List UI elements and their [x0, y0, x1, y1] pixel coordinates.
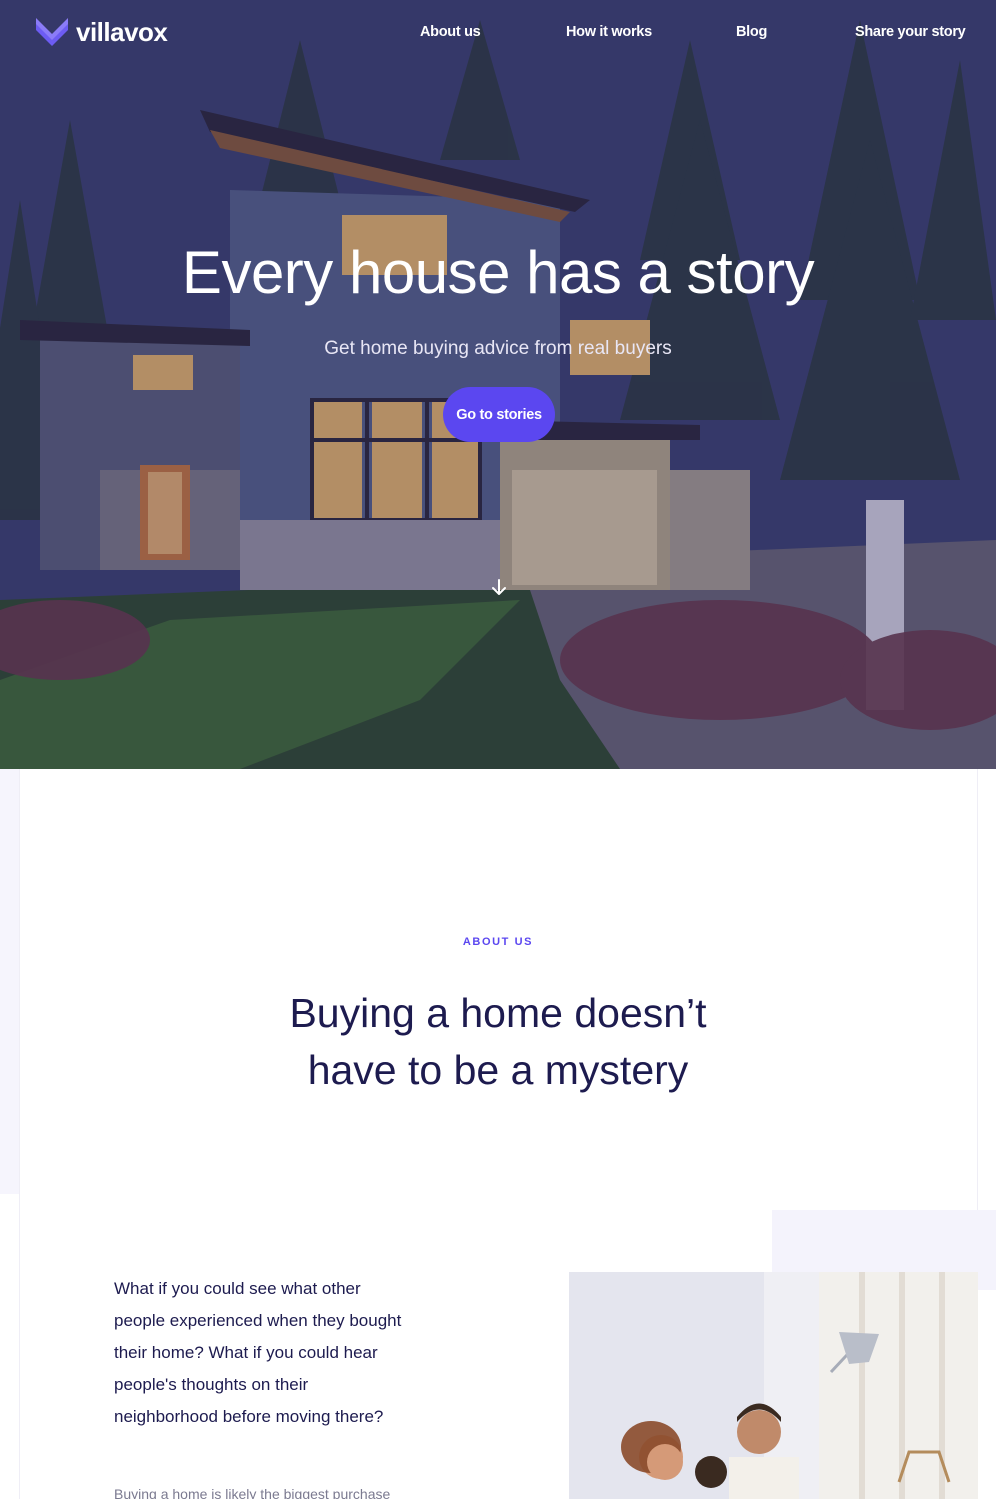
- about-lead-text: What if you could see what other people …: [114, 1279, 402, 1426]
- about-body-text: Buying a home is likely the biggest purc…: [114, 1486, 391, 1499]
- brand-logo[interactable]: villavox: [34, 16, 168, 48]
- nav-link-how-it-works[interactable]: How it works: [566, 24, 652, 40]
- family-at-home-photo: [569, 1272, 978, 1499]
- logo-heart-icon: [36, 18, 68, 46]
- hero-overlay: [0, 0, 996, 769]
- hero-subtitle: Get home buying advice from real buyers: [324, 338, 672, 359]
- nav-link-share-your-story[interactable]: Share your story: [855, 24, 966, 40]
- about-title-line-2: have to be a mystery: [307, 1047, 689, 1093]
- arrow-down-icon[interactable]: [489, 578, 509, 598]
- hero-title: Every house has a story: [181, 239, 815, 306]
- go-to-stories-button[interactable]: Go to stories: [443, 387, 555, 442]
- about-eyebrow: ABOUT US: [462, 936, 534, 948]
- nav-link-blog[interactable]: Blog: [736, 24, 767, 40]
- left-decor-strip: [0, 769, 19, 1194]
- nav-link-about-us[interactable]: About us: [420, 24, 481, 40]
- top-navigation: villavox About us How it works Blog Shar…: [0, 0, 996, 66]
- about-title-line-1: Buying a home doesn’t: [289, 990, 707, 1036]
- hero-section: villavox About us How it works Blog Shar…: [0, 0, 996, 769]
- brand-name: villavox: [76, 16, 168, 47]
- about-title: Buying a home doesn’t have to be a myste…: [248, 985, 748, 1099]
